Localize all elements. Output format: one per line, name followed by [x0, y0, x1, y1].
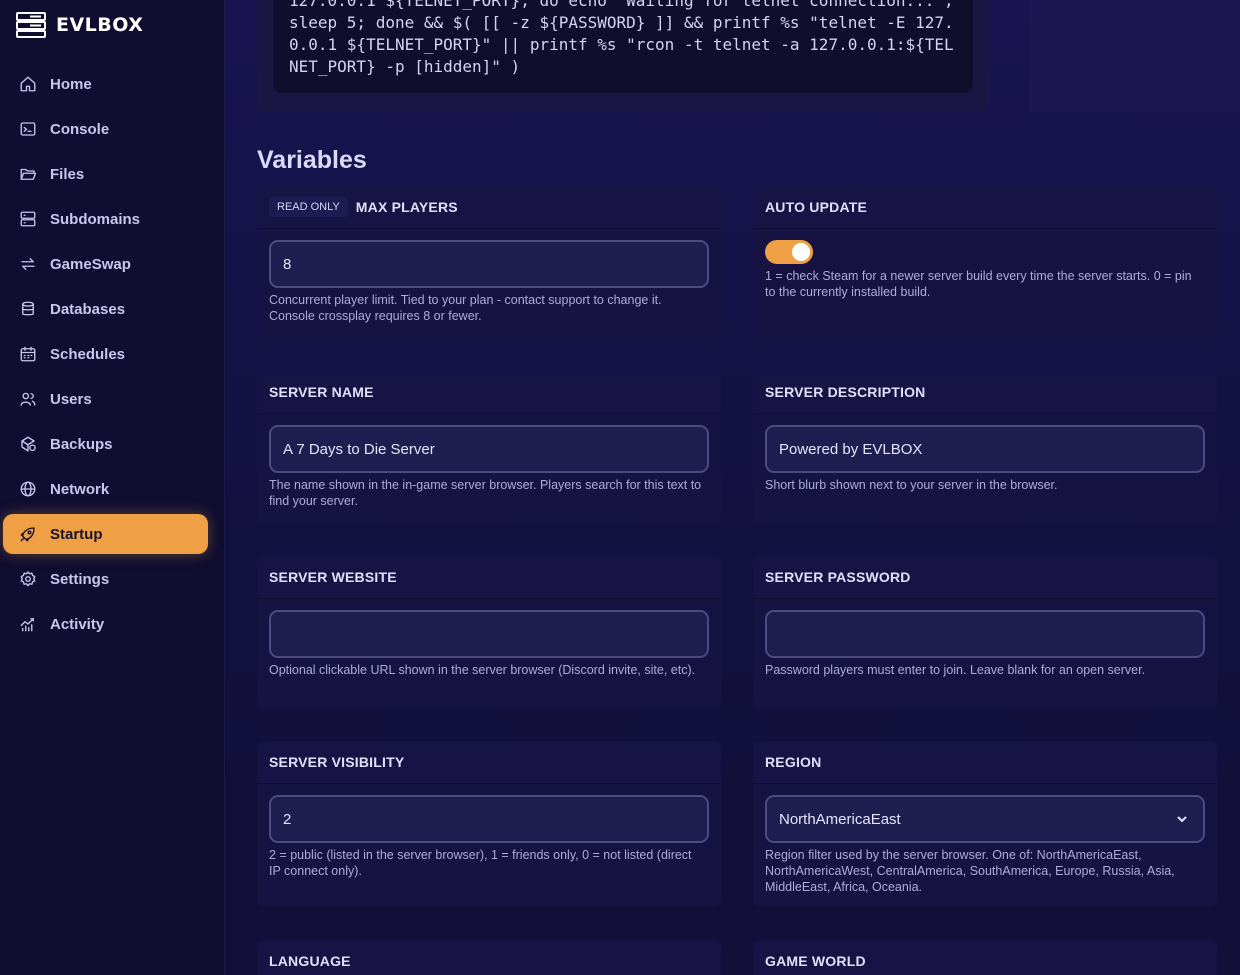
sidebar-item-label: Home [50, 75, 92, 93]
sidebar-item-label: GameSwap [50, 255, 131, 273]
rocket-icon [20, 527, 35, 542]
card-title: SERVER DESCRIPTION [765, 384, 926, 400]
card-title: MAX PLAYERS [355, 199, 458, 215]
sidebar-item-gameswap[interactable]: GameSwap [3, 244, 208, 284]
variables-title: Variables [257, 146, 367, 174]
globe-icon [20, 481, 36, 497]
brand-name: EVLBOX [56, 14, 144, 36]
sidebar: EVLBOX Home Console Files Subdomains Gam… [0, 0, 225, 975]
sidebar-item-label: Settings [50, 570, 110, 588]
variable-card-region: REGION NorthAmericaEast Region filter us… [753, 741, 1217, 907]
sidebar-item-activity[interactable]: Activity [3, 604, 208, 644]
sidebar-item-label: Console [50, 120, 110, 138]
sidebar-item-label: Files [50, 165, 85, 183]
card-title: REGION [765, 754, 822, 770]
server-name-help: The name shown in the in-game server bro… [269, 478, 702, 508]
sidebar-item-schedules[interactable]: Schedules [3, 334, 208, 374]
sidebar-item-label: Subdomains [50, 210, 141, 228]
database-icon [22, 301, 34, 316]
sidebar-item-databases[interactable]: Databases [3, 289, 208, 329]
server-password-input[interactable] [765, 610, 1205, 658]
sidebar-item-label: Databases [50, 300, 126, 318]
server-visibility-help: 2 = public (listed in the server browser… [269, 848, 692, 878]
startup-command-box: 127.0.0.1 ${TELNET_PORT}; do echo "Waiti… [273, 0, 973, 93]
server-name-input[interactable]: A 7 Days to Die Server [269, 425, 709, 473]
server-description-input[interactable]: Powered by EVLBOX [765, 425, 1205, 473]
swap-icon [21, 258, 35, 270]
gear-icon [20, 571, 36, 587]
max-players-help: Concurrent player limit. Tied to your pl… [269, 293, 662, 323]
sidebar-item-label: Startup [50, 525, 103, 543]
sidebar-item-users[interactable]: Users [3, 379, 208, 419]
docker-image-panel [1029, 0, 1240, 112]
card-header: SERVER PASSWORD [753, 556, 1217, 599]
variable-card-server-password: SERVER PASSWORD Password players must en… [753, 556, 1217, 708]
terminal-icon [20, 122, 36, 136]
auto-update-toggle[interactable] [765, 240, 813, 264]
card-header: LANGUAGE [257, 940, 721, 975]
card-title: AUTO UPDATE [765, 199, 868, 215]
variable-card-language: LANGUAGE [257, 940, 721, 975]
sidebar-item-settings[interactable]: Settings [3, 559, 208, 599]
card-title: LANGUAGE [269, 953, 351, 969]
server-website-input[interactable] [269, 610, 709, 658]
sidebar-item-label: Network [50, 480, 110, 498]
card-title: GAME WORLD [765, 953, 866, 969]
card-title: SERVER VISIBILITY [269, 754, 405, 770]
region-select[interactable]: NorthAmericaEast [765, 795, 1205, 843]
server-description-help: Short blurb shown next to your server in… [765, 478, 1058, 492]
card-header: READ ONLY MAX PLAYERS [257, 186, 721, 229]
card-header: AUTO UPDATE [753, 186, 1217, 229]
chart-icon [20, 618, 34, 632]
main-content: 127.0.0.1 ${TELNET_PORT}; do echo "Waiti… [225, 0, 1240, 975]
chevron-down-icon [1177, 816, 1187, 823]
auto-update-help: 1 = check Steam for a newer server build… [765, 269, 1192, 299]
variable-card-game-world: GAME WORLD [753, 940, 1217, 975]
max-players-input[interactable]: 8 [269, 240, 709, 288]
sidebar-item-backups[interactable]: Backups [3, 424, 208, 464]
server-icon [20, 211, 36, 227]
server-rack-logo-icon [16, 12, 46, 38]
card-header: SERVER WEBSITE [257, 556, 721, 599]
folder-icon [20, 168, 37, 180]
variable-card-server-description: SERVER DESCRIPTION Powered by EVLBOX Sho… [753, 371, 1217, 523]
calendar-icon [20, 346, 36, 362]
card-title: SERVER NAME [269, 384, 374, 400]
users-icon [20, 392, 36, 406]
sidebar-item-home[interactable]: Home [3, 64, 208, 104]
card-title: SERVER PASSWORD [765, 569, 911, 585]
variable-card-server-website: SERVER WEBSITE Optional clickable URL sh… [257, 556, 721, 708]
card-header: REGION [753, 741, 1217, 784]
card-header: SERVER VISIBILITY [257, 741, 721, 784]
card-title: SERVER WEBSITE [269, 569, 397, 585]
sidebar-item-network[interactable]: Network [3, 469, 208, 509]
sidebar-item-label: Activity [50, 615, 105, 633]
server-website-help: Optional clickable URL shown in the serv… [269, 663, 696, 677]
sidebar-item-label: Backups [50, 435, 113, 453]
server-visibility-input[interactable]: 2 [269, 795, 709, 843]
sidebar-item-subdomains[interactable]: Subdomains [3, 199, 208, 239]
sidebar-nav: Home Console Files Subdomains GameSwap D… [3, 64, 208, 649]
sidebar-item-files[interactable]: Files [3, 154, 208, 194]
toggle-knob [792, 243, 810, 261]
variable-card-server-name: SERVER NAME A 7 Days to Die Server The n… [257, 371, 721, 523]
sidebar-item-console[interactable]: Console [3, 109, 208, 149]
sidebar-item-startup[interactable]: Startup [3, 514, 208, 554]
read-only-badge: READ ONLY [269, 197, 348, 217]
sidebar-item-label: Schedules [50, 345, 126, 363]
variable-card-auto-update: AUTO UPDATE 1 = check Steam for a newer … [753, 186, 1217, 338]
sidebar-item-label: Users [50, 390, 92, 408]
variable-card-server-visibility: SERVER VISIBILITY 2 2 = public (listed i… [257, 741, 721, 907]
home-icon [20, 76, 36, 92]
card-header: SERVER NAME [257, 371, 721, 414]
backup-icon [21, 436, 36, 452]
region-help: Region filter used by the server browser… [765, 848, 1175, 894]
startup-command-text: 127.0.0.1 ${TELNET_PORT}; do echo "Waiti… [289, 0, 964, 76]
variable-card-max-players: READ ONLY MAX PLAYERS 8 Concurrent playe… [257, 186, 721, 338]
region-selected-value: NorthAmericaEast [779, 810, 901, 828]
brand[interactable]: EVLBOX [16, 12, 143, 38]
server-password-help: Password players must enter to join. Lea… [765, 663, 1146, 677]
card-header: SERVER DESCRIPTION [753, 371, 1217, 414]
card-header: GAME WORLD [753, 940, 1217, 975]
